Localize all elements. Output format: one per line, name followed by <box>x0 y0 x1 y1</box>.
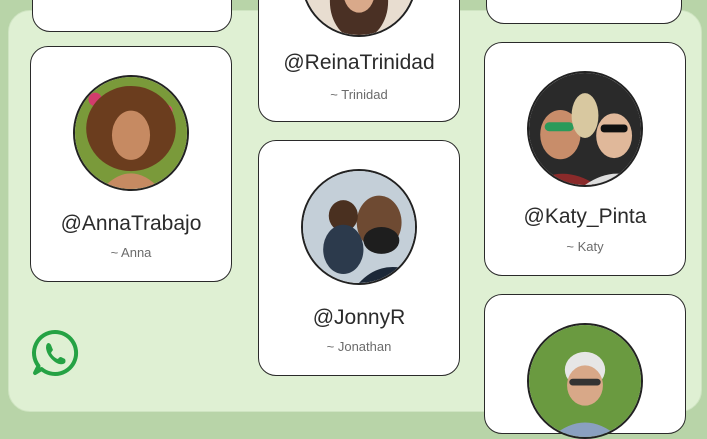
profile-card-partial[interactable] <box>32 0 232 32</box>
profile-handle: @Katy_Pinta <box>523 205 647 228</box>
profile-card-partial[interactable] <box>484 294 686 439</box>
avatar <box>73 75 189 191</box>
profile-card-partial[interactable] <box>486 0 682 24</box>
profile-card-reina[interactable]: @ReinaTrinidad ~ Trinidad <box>258 0 460 122</box>
profile-handle: @ReinaTrinidad <box>283 51 435 74</box>
profile-name: ~ Trinidad <box>330 87 388 102</box>
profile-card-katy[interactable]: @Katy_Pinta ~ Katy <box>484 42 686 276</box>
profile-name: ~ Anna <box>110 245 152 260</box>
avatar <box>301 0 417 37</box>
profile-card-anna[interactable]: @AnnaTrabajo ~ Anna <box>30 46 232 282</box>
profile-handle: @AnnaTrabajo <box>60 212 202 235</box>
profile-name: ~ Jonathan <box>326 339 392 354</box>
profile-card-jonny[interactable]: @JonnyR ~ Jonathan <box>258 140 460 376</box>
avatar <box>527 323 643 439</box>
avatar <box>301 169 417 285</box>
profile-handle: @JonnyR <box>312 306 406 329</box>
profile-name: ~ Katy <box>566 239 604 254</box>
whatsapp-icon <box>30 328 80 378</box>
avatar <box>527 71 643 187</box>
